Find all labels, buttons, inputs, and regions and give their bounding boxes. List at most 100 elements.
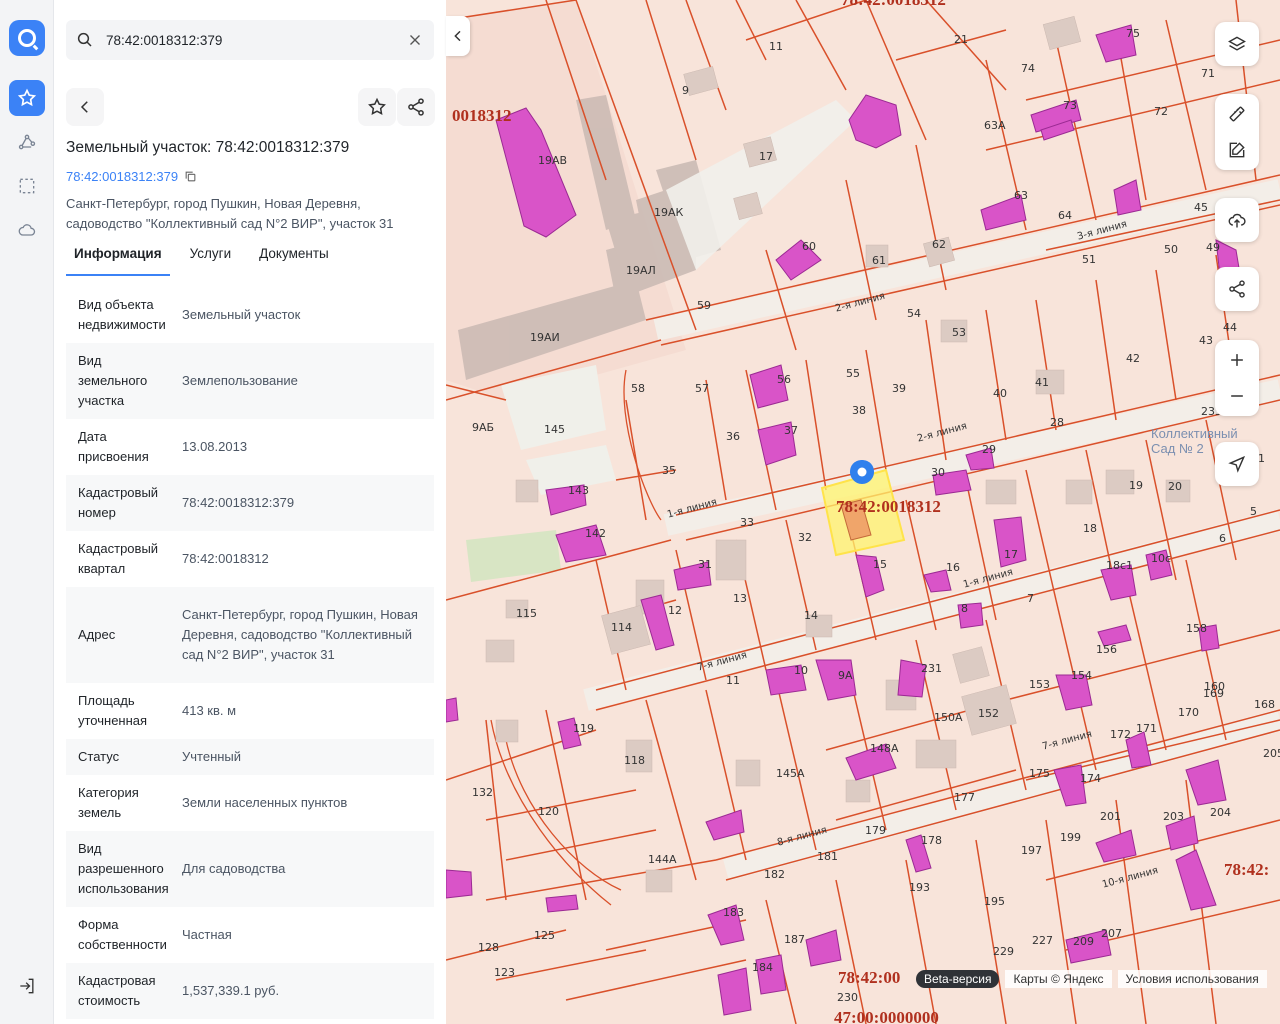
logout-icon[interactable]	[9, 968, 45, 1004]
parcel-number: 152	[978, 707, 999, 720]
favorite-button[interactable]	[358, 88, 396, 126]
parcel-number: 14	[804, 609, 818, 622]
parcel-number: 31	[698, 558, 712, 571]
parcel-number: 199	[1060, 831, 1081, 844]
parcel-number: 54	[907, 307, 921, 320]
parcel-number: 144А	[648, 853, 677, 866]
parcel-number: 114	[611, 621, 632, 634]
parcel-number: 10с	[1151, 552, 1172, 565]
parcel-number: 197	[1021, 844, 1042, 857]
info-row: Кадастровая стоимость 1,537,339.1 руб.	[66, 963, 434, 1019]
parcel-number: 227	[1032, 934, 1053, 947]
parcel-number: 33	[740, 516, 754, 529]
route-nodes-icon[interactable]	[9, 124, 45, 160]
tab-information[interactable]: Информация	[66, 242, 170, 276]
info-row: Вид разрешенного использования Для садово…	[66, 831, 434, 907]
collapse-panel-button[interactable]	[446, 16, 470, 56]
geolocate-button[interactable]	[1215, 442, 1259, 486]
info-row: Площадь уточненная 413 кв. м	[66, 683, 434, 739]
parcel-number: 8	[961, 602, 968, 615]
terms-link[interactable]: Условия использования	[1117, 970, 1267, 988]
parcel-number: 10	[794, 664, 808, 677]
select-area-icon[interactable]	[9, 168, 45, 204]
parcel-number: 6	[1219, 532, 1226, 545]
parcel-number: 28	[1050, 416, 1064, 429]
layers-button[interactable]	[1215, 22, 1259, 66]
parcel-number: 195	[984, 895, 1005, 908]
ruler-button[interactable]	[1215, 96, 1259, 132]
tab-documents[interactable]: Документы	[251, 242, 337, 276]
app-logo-icon[interactable]	[9, 20, 45, 56]
parcel-number: 18	[1083, 522, 1097, 535]
parcel-number: 63А	[984, 119, 1006, 132]
share-button[interactable]	[397, 88, 435, 126]
parcel-number: 132	[472, 786, 493, 799]
parcel-number: 61	[872, 254, 886, 267]
share-map-button[interactable]	[1215, 267, 1259, 311]
maps-copyright[interactable]: Карты © Яндекс	[1005, 970, 1112, 988]
share-map-control[interactable]	[1215, 267, 1259, 311]
info-key: Дата присвоения	[78, 429, 149, 464]
parcel-number: 9	[682, 84, 689, 97]
info-value: 13.08.2013	[182, 439, 248, 454]
zoom-out-button[interactable]	[1215, 378, 1259, 414]
cadastral-number-link[interactable]: 78:42:0018312:379	[66, 169, 197, 184]
quarter-label: 78:42:0018312	[836, 497, 941, 516]
parcel-number: 55	[846, 367, 860, 380]
cadastral-number-text[interactable]: 78:42:0018312:379	[66, 169, 178, 184]
parcel-number: 43	[1199, 334, 1213, 347]
search-input[interactable]	[106, 32, 386, 48]
favorites-star-icon[interactable]	[9, 80, 45, 116]
plus-icon	[1231, 354, 1243, 366]
parcel-number: 169	[1203, 687, 1224, 700]
info-key: Статус	[78, 749, 120, 764]
info-panel: Земельный участок: 78:42:0018312:379 78:…	[54, 0, 446, 1024]
parcel-number: 50	[1164, 243, 1178, 256]
upload-control[interactable]	[1215, 198, 1259, 242]
parcel-number: 204	[1210, 806, 1231, 819]
parcel-number: 158	[1186, 622, 1207, 635]
parcel-number: 38	[852, 404, 866, 417]
parcel-number: 182	[764, 868, 785, 881]
layers-control[interactable]	[1215, 22, 1259, 66]
tools-control	[1215, 94, 1259, 170]
close-icon[interactable]	[406, 31, 424, 49]
edit-button[interactable]	[1215, 132, 1259, 168]
copy-icon[interactable]	[184, 170, 197, 183]
parcel-number: 42	[1126, 352, 1140, 365]
parcel-number: 172	[1110, 728, 1131, 741]
chevron-left-icon	[454, 30, 461, 42]
parcel-number: 178	[921, 834, 942, 847]
info-key: Вид земельного участка	[78, 353, 148, 408]
geolocate-control[interactable]	[1215, 442, 1259, 486]
parcel-number: 39	[892, 382, 906, 395]
cloud-upload-icon	[1228, 213, 1246, 228]
parcel-number: 74	[1021, 62, 1035, 75]
parcel-number: 9АБ	[472, 421, 495, 434]
back-button[interactable]	[66, 88, 104, 126]
map-attribution: Beta-версия Карты © Яндекс Условия испол…	[916, 970, 1267, 988]
parcel-number: 51	[1082, 253, 1096, 266]
parcel-number: 11	[769, 40, 783, 53]
cloud-icon[interactable]	[9, 212, 45, 248]
parcel-number: 64	[1058, 209, 1072, 222]
quarter-label: 78:42:00	[838, 968, 901, 987]
parcel-number: 142	[585, 527, 606, 540]
quarter-label: 47:00:0000000	[834, 1008, 939, 1024]
quarter-label: 0018312	[452, 106, 512, 125]
parcel-number: 193	[909, 881, 930, 894]
parcel-number: 44	[1223, 321, 1237, 334]
info-value: Частная	[182, 927, 232, 942]
tab-services[interactable]: Услуги	[182, 242, 240, 276]
zoom-in-button[interactable]	[1215, 342, 1259, 378]
info-value: 78:42:0018312	[182, 551, 269, 566]
cadastral-map[interactable]: 78:42:0018312001831278:42:001831278:42:7…	[446, 0, 1280, 1024]
info-row: Вид объекта недвижимости Земельный участо…	[66, 287, 434, 343]
upload-button[interactable]	[1215, 198, 1259, 242]
parcel-number: 49	[1206, 241, 1220, 254]
parcel-number: 231	[921, 662, 942, 675]
parcel-number: 148А	[870, 742, 899, 755]
info-value: Землепользование	[182, 373, 298, 388]
zoom-control	[1215, 340, 1259, 416]
parcel-number: 187	[784, 933, 805, 946]
